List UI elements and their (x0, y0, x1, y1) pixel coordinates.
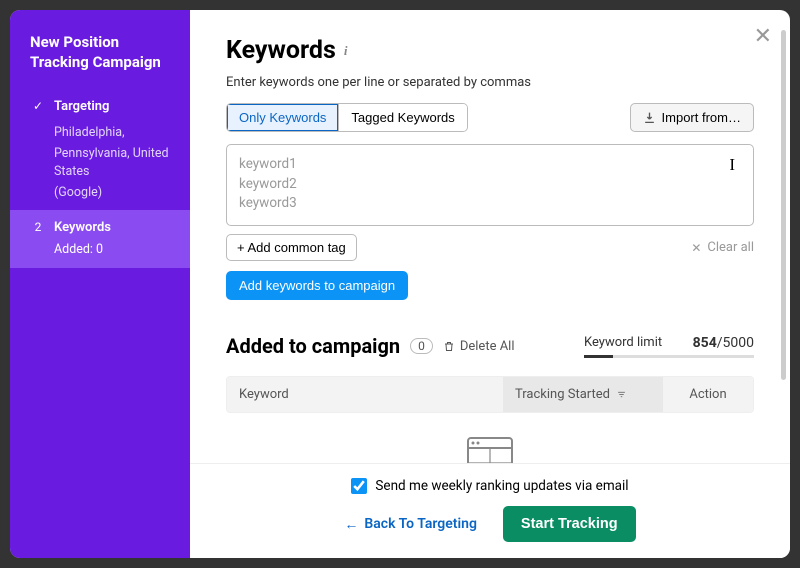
info-icon[interactable]: i (344, 43, 348, 59)
checkbox-input[interactable] (351, 478, 367, 494)
step-keywords[interactable]: 2Keywords (10, 210, 190, 239)
page-title: Keywords i (226, 36, 754, 65)
targeting-location-line2: Pennsylvania, United States (10, 143, 190, 182)
scrollbar[interactable] (781, 30, 786, 380)
tab-tagged-keywords[interactable]: Tagged Keywords (338, 104, 466, 131)
add-keywords-button[interactable]: Add keywords to campaign (226, 271, 408, 300)
add-common-tag-button[interactable]: + Add common tag (226, 234, 357, 261)
added-title: Added to campaign (226, 334, 400, 358)
col-tracking-started[interactable]: Tracking Started (503, 377, 663, 412)
targeting-engine: (Google) (10, 182, 190, 204)
trash-icon (443, 340, 455, 353)
keywords-table: Keyword Tracking Started Action (226, 376, 754, 413)
browser-window-icon (460, 428, 520, 463)
targeting-location-line1: Philadelphia, (10, 122, 190, 144)
tabs: Only Keywords Tagged Keywords (226, 103, 468, 132)
added-count-badge: 0 (410, 338, 433, 354)
keyword-limit: Keyword limit 854/5000 (584, 335, 754, 358)
wizard-sidebar: New Position Tracking Campaign ✓Targetin… (10, 10, 190, 558)
footer: Send me weekly ranking updates via email… (190, 463, 790, 558)
textarea-actions: + Add common tag ✕ Clear all (226, 234, 754, 261)
tab-row: Only Keywords Tagged Keywords Import fro… (226, 103, 754, 132)
close-icon[interactable]: ✕ (754, 24, 772, 49)
empty-illustration (226, 413, 754, 463)
sidebar-title: New Position Tracking Campaign (10, 32, 190, 91)
table-header: Keyword Tracking Started Action (227, 377, 753, 412)
email-updates-checkbox[interactable]: Send me weekly ranking updates via email (226, 478, 754, 494)
text-cursor-icon: I (729, 153, 735, 178)
scroll-area: Keywords i Enter keywords one per line o… (190, 10, 790, 463)
clear-all-button[interactable]: ✕ Clear all (691, 240, 754, 255)
back-button[interactable]: ← Back To Targeting (344, 516, 477, 533)
limit-bar (584, 355, 754, 358)
import-button[interactable]: Import from… (630, 103, 754, 132)
col-keyword: Keyword (227, 377, 503, 412)
page-subtitle: Enter keywords one per line or separated… (226, 75, 754, 90)
keywords-added-count: Added: 0 (10, 239, 190, 269)
start-tracking-button[interactable]: Start Tracking (503, 506, 636, 542)
campaign-setup-modal: New Position Tracking Campaign ✓Targetin… (10, 10, 790, 558)
col-action: Action (663, 377, 753, 412)
tab-only-keywords[interactable]: Only Keywords (227, 104, 338, 131)
keywords-textarea[interactable]: keyword1 keyword2 keyword3 I (226, 144, 754, 226)
check-icon: ✓ (30, 99, 46, 113)
sort-icon (616, 390, 627, 399)
delete-all-button[interactable]: Delete All (443, 339, 515, 354)
x-icon: ✕ (691, 241, 701, 255)
added-section: Added to campaign 0 Delete All Keyword l… (226, 334, 754, 463)
download-icon (643, 111, 656, 124)
main-panel: ✕ Keywords i Enter keywords one per line… (190, 10, 790, 558)
arrow-left-icon: ← (344, 516, 358, 533)
step-targeting[interactable]: ✓Targeting (10, 91, 190, 122)
